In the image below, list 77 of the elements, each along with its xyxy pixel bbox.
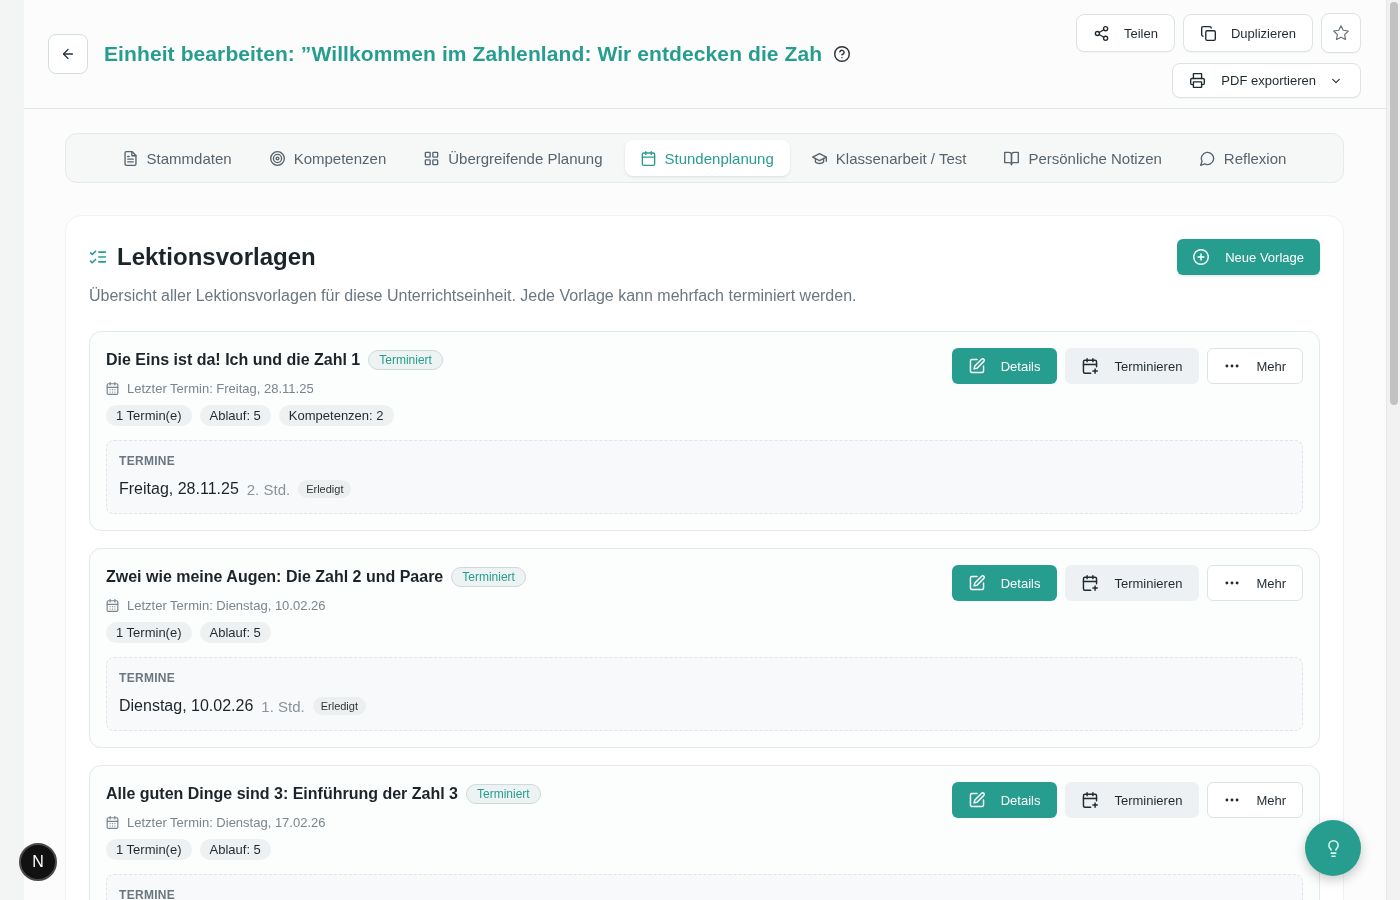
speech-bubble-icon [1199, 150, 1215, 166]
lesson-title: Zwei wie meine Augen: Die Zahl 2 und Paare [106, 568, 444, 586]
details-button[interactable]: Details [951, 348, 1058, 384]
tab[interactable]: Klassenarbeit / Test [795, 140, 983, 176]
share-button[interactable]: Teilen [1076, 14, 1175, 52]
tab[interactable]: Persönliche Notizen [988, 140, 1178, 176]
copy-icon [1200, 25, 1216, 41]
schedule-button[interactable]: Terminieren [1065, 782, 1200, 818]
info-chip: Ablauf: 5 [199, 839, 271, 860]
last-date-text: Letzter Termin: Dienstag, 10.02.26 [127, 597, 326, 613]
plus-circle-icon [1193, 249, 1210, 265]
tab[interactable]: Kompetenzen [253, 140, 403, 176]
help-icon[interactable] [834, 46, 851, 62]
scrollbar-track[interactable] [1386, 0, 1400, 900]
export-pdf-button[interactable]: PDF exportieren [1172, 63, 1361, 98]
lesson-period: 1. Std. [261, 697, 305, 715]
status-badge: Erledigt [312, 697, 366, 715]
info-chip: Ablauf: 5 [199, 622, 271, 643]
star-icon [1333, 25, 1349, 41]
appointments-label: TERMINE [119, 888, 177, 900]
dev-tools-badge[interactable]: N [19, 843, 57, 881]
more-button[interactable]: Mehr [1207, 565, 1303, 601]
details-button[interactable]: Details [951, 565, 1058, 601]
lesson-period: 2. Std. [246, 480, 291, 498]
info-chip: 1 Termin(e) [106, 622, 192, 643]
appointments-label: TERMINE [119, 454, 177, 468]
status-badge: Erledigt [298, 480, 352, 498]
checklist-icon [89, 248, 107, 266]
more-button[interactable]: Mehr [1207, 348, 1303, 384]
grid-icon [424, 150, 440, 166]
arrow-left-icon [61, 47, 75, 61]
back-button[interactable] [48, 34, 88, 74]
status-badge: Terminiert [466, 784, 541, 804]
details-button[interactable]: Details [951, 782, 1058, 818]
section-description: Übersicht aller Lektionsvorlagen für diese Unterrichtseinheit. Jede Vorlage kann mehrfach terminiert werden. [89, 286, 858, 306]
appointments-label: TERMINE [119, 671, 177, 685]
tab[interactable]: Stundenplanung [624, 140, 790, 176]
tab[interactable]: Reflexion [1183, 140, 1303, 176]
favorite-button[interactable] [1321, 13, 1361, 53]
status-badge: Terminiert [368, 350, 443, 370]
edit-icon [968, 792, 985, 808]
scrollbar-thumb[interactable] [1390, 2, 1398, 405]
duplicate-button[interactable]: Duplizieren [1182, 14, 1313, 52]
info-chip: 1 Termin(e) [106, 839, 192, 860]
share-icon [1094, 25, 1109, 41]
new-template-button[interactable]: Neue Vorlage [1177, 239, 1320, 275]
schedule-button[interactable]: Terminieren [1065, 565, 1200, 601]
info-chip: Ablauf: 5 [199, 405, 271, 426]
appointment-date: Freitag, 28.11.25 [119, 480, 239, 498]
calendar-icon [106, 815, 119, 829]
target-icon [269, 150, 285, 166]
status-badge: Terminiert [451, 567, 526, 587]
edit-icon [968, 575, 985, 591]
appointment-date: Dienstag, 10.02.26 [119, 697, 254, 715]
info-chip: Kompetenzen: 2 [278, 405, 394, 426]
calendar-icon [640, 150, 656, 166]
document-icon [122, 150, 138, 166]
graduation-cap-icon [811, 150, 827, 166]
edit-icon [968, 358, 985, 374]
calendar-plus-icon [1082, 358, 1099, 374]
calendar-plus-icon [1082, 575, 1099, 591]
section-title: Lektionsvorlagen [117, 243, 316, 271]
calendar-icon [106, 381, 119, 395]
lesson-title: Alle guten Dinge sind 3: Einführung der Zahl 3 [106, 785, 458, 803]
tab[interactable]: Stammdaten [106, 140, 248, 176]
calendar-plus-icon [1082, 792, 1099, 808]
lesson-title: Die Eins ist da! Ich und die Zahl 1 [106, 351, 361, 369]
more-button[interactable]: Mehr [1207, 782, 1303, 818]
tab[interactable]: Übergreifende Planung [408, 140, 619, 176]
info-chip: 1 Termin(e) [106, 405, 192, 426]
printer-icon [1190, 73, 1206, 88]
open-book-icon [1004, 150, 1020, 166]
schedule-button[interactable]: Terminieren [1065, 348, 1200, 384]
calendar-icon [106, 598, 119, 612]
last-date-text: Letzter Termin: Freitag, 28.11.25 [127, 380, 314, 396]
last-date-text: Letzter Termin: Dienstag, 17.02.26 [127, 814, 326, 830]
page-title: Einheit bearbeiten: ”Willkommen im Zahlenland: Wir entdecken die Zah [104, 42, 823, 66]
